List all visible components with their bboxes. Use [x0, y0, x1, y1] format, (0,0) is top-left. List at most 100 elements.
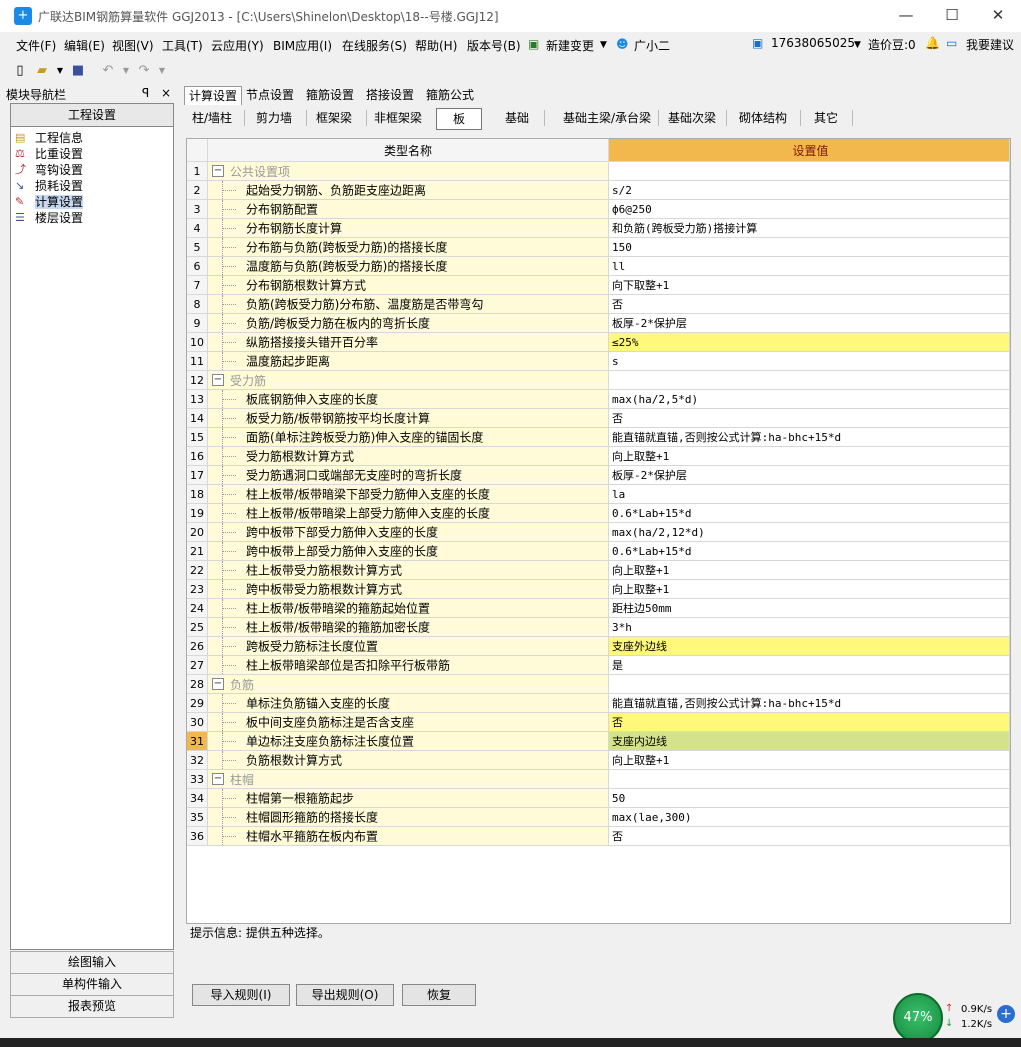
setting-name-cell[interactable]: − 柱帽	[207, 769, 609, 789]
setting-row[interactable]: 24 柱上板带/板带暗梁的箍筋起始位置 距柱边50mm	[187, 598, 1010, 618]
setting-name-cell[interactable]: 负筋(跨板受力筋)分布筋、温度筋是否带弯勾	[207, 294, 609, 314]
setting-name-cell[interactable]: 跨中板带上部受力筋伸入支座的长度	[207, 541, 609, 561]
setting-value-cell[interactable]: 150	[608, 237, 1010, 257]
setting-value-cell[interactable]: 否	[608, 408, 1010, 428]
setting-value-cell[interactable]: max(lae,300)	[608, 807, 1010, 827]
plus-icon[interactable]: +	[997, 1005, 1015, 1023]
setting-name-cell[interactable]: 分布钢筋根数计算方式	[207, 275, 609, 295]
setting-name-cell[interactable]: 板受力筋/板带钢筋按平均长度计算	[207, 408, 609, 428]
menu-file[interactable]: 文件(F)	[16, 37, 56, 54]
setting-row[interactable]: 31 单边标注支座负筋标注长度位置 支座内边线	[187, 731, 1010, 751]
setting-row[interactable]: 27 柱上板带暗梁部位是否扣除平行板带筋 是	[187, 655, 1010, 675]
setting-row[interactable]: 14 板受力筋/板带钢筋按平均长度计算 否	[187, 408, 1010, 428]
setting-row[interactable]: 36 柱帽水平箍筋在板内布置 否	[187, 826, 1010, 846]
setting-value-cell[interactable]: la	[608, 484, 1010, 504]
setting-row[interactable]: 5 分布筋与负筋(跨板受力筋)的搭接长度 150	[187, 237, 1010, 257]
setting-row[interactable]: 20 跨中板带下部受力筋伸入支座的长度 max(ha/2,12*d)	[187, 522, 1010, 542]
setting-row[interactable]: 19 柱上板带/板带暗梁上部受力筋伸入支座的长度 0.6*Lab+15*d	[187, 503, 1010, 523]
setting-name-cell[interactable]: 分布钢筋长度计算	[207, 218, 609, 238]
tab-stirrup-settings[interactable]: 箍筋设置	[302, 86, 358, 104]
setting-value-cell[interactable]: 3*h	[608, 617, 1010, 637]
setting-name-cell[interactable]: 负筋/跨板受力筋在板内的弯折长度	[207, 313, 609, 333]
setting-row[interactable]: 32 负筋根数计算方式 向上取整+1	[187, 750, 1010, 770]
setting-name-cell[interactable]: 受力筋遇洞口或端部无支座时的弯折长度	[207, 465, 609, 485]
user-dropdown-icon[interactable]: ▼	[854, 40, 861, 50]
setting-name-cell[interactable]: 跨板受力筋标注长度位置	[207, 636, 609, 656]
setting-name-cell[interactable]: 柱上板带/板带暗梁上部受力筋伸入支座的长度	[207, 503, 609, 523]
new-file-icon[interactable]: ▯	[12, 63, 28, 79]
setting-value-cell[interactable]: 向下取整+1	[608, 275, 1010, 295]
setting-value-cell[interactable]: 否	[608, 826, 1010, 846]
setting-row[interactable]: 26 跨板受力筋标注长度位置 支座外边线	[187, 636, 1010, 656]
setting-row[interactable]: 21 跨中板带上部受力筋伸入支座的长度 0.6*Lab+15*d	[187, 541, 1010, 561]
group-row[interactable]: 1− 公共设置项	[187, 161, 1010, 181]
nav-item-floors[interactable]: ☰ 楼层设置	[15, 209, 83, 226]
setting-name-cell[interactable]: 负筋根数计算方式	[207, 750, 609, 770]
chevron-down-icon[interactable]: ▼	[600, 40, 607, 50]
setting-name-cell[interactable]: − 公共设置项	[207, 161, 609, 181]
tab-masonry[interactable]: 砌体结构	[732, 108, 794, 128]
setting-value-cell[interactable]: 能直锚就直锚,否则按公式计算:ha-bhc+15*d	[608, 693, 1010, 713]
menu-help[interactable]: 帮助(H)	[415, 37, 457, 54]
tab-node-settings[interactable]: 节点设置	[242, 86, 298, 104]
tab-lap-settings[interactable]: 搭接设置	[362, 86, 418, 104]
setting-name-cell[interactable]: 温度筋与负筋(跨板受力筋)的搭接长度	[207, 256, 609, 276]
setting-row[interactable]: 7 分布钢筋根数计算方式 向下取整+1	[187, 275, 1010, 295]
tab-slab[interactable]: 板	[436, 108, 482, 130]
setting-row[interactable]: 23 跨中板带受力筋根数计算方式 向上取整+1	[187, 579, 1010, 599]
setting-value-cell[interactable]: 0.6*Lab+15*d	[608, 541, 1010, 561]
open-folder-icon[interactable]: ▰	[34, 63, 50, 79]
setting-name-cell[interactable]: 板中间支座负筋标注是否含支座	[207, 712, 609, 732]
setting-row[interactable]: 35 柱帽圆形箍筋的搭接长度 max(lae,300)	[187, 807, 1010, 827]
setting-value-cell[interactable]: 否	[608, 294, 1010, 314]
setting-value-cell[interactable]: max(ha/2,5*d)	[608, 389, 1010, 409]
setting-name-cell[interactable]: 单边标注支座负筋标注长度位置	[207, 731, 609, 751]
setting-value-cell[interactable]: 0.6*Lab+15*d	[608, 503, 1010, 523]
setting-value-cell[interactable]: 向上取整+1	[608, 750, 1010, 770]
setting-name-cell[interactable]: 分布筋与负筋(跨板受力筋)的搭接长度	[207, 237, 609, 257]
nav-item-calc[interactable]: ✎ 计算设置	[15, 193, 84, 209]
collapse-icon[interactable]: −	[212, 773, 224, 785]
setting-value-cell[interactable]: 否	[608, 712, 1010, 732]
setting-value-cell[interactable]	[608, 769, 1010, 789]
setting-value-cell[interactable]: 支座外边线	[608, 636, 1010, 656]
setting-value-cell[interactable]: s/2	[608, 180, 1010, 200]
setting-name-cell[interactable]: 板底钢筋伸入支座的长度	[207, 389, 609, 409]
setting-name-cell[interactable]: 单标注负筋锚入支座的长度	[207, 693, 609, 713]
memory-gauge[interactable]: 47%	[893, 993, 943, 1043]
setting-value-cell[interactable]: 支座内边线	[608, 731, 1010, 751]
setting-name-cell[interactable]: 柱上板带/板带暗梁的箍筋起始位置	[207, 598, 609, 618]
setting-name-cell[interactable]: 柱上板带受力筋根数计算方式	[207, 560, 609, 580]
nav-close-icon[interactable]: ×	[161, 86, 171, 100]
redo-icon[interactable]: ↷	[136, 63, 152, 79]
setting-name-cell[interactable]: 柱上板带/板带暗梁的箍筋加密长度	[207, 617, 609, 637]
setting-value-cell[interactable]: 和负筋(跨板受力筋)搭接计算	[608, 218, 1010, 238]
tab-column[interactable]: 柱/墙柱	[188, 108, 236, 128]
setting-row[interactable]: 6 温度筋与负筋(跨板受力筋)的搭接长度 ll	[187, 256, 1010, 276]
user-phone[interactable]: 17638065025	[771, 36, 855, 50]
setting-value-cell[interactable]: ф6@250	[608, 199, 1010, 219]
setting-row[interactable]: 29 单标注负筋锚入支座的长度 能直锚就直锚,否则按公式计算:ha-bhc+15*d	[187, 693, 1010, 713]
setting-value-cell[interactable]: max(ha/2,12*d)	[608, 522, 1010, 542]
tab-calc-settings[interactable]: 计算设置	[184, 86, 243, 105]
undo-icon[interactable]: ↶	[100, 63, 116, 79]
undo-dropdown-icon[interactable]: ▼	[118, 63, 134, 79]
setting-name-cell[interactable]: − 负筋	[207, 674, 609, 694]
nav-draw-input[interactable]: 绘图输入	[10, 951, 174, 974]
setting-row[interactable]: 16 受力筋根数计算方式 向上取整+1	[187, 446, 1010, 466]
setting-name-cell[interactable]: 起始受力钢筋、负筋距支座边距离	[207, 180, 609, 200]
menu-tools[interactable]: 工具(T)	[162, 37, 203, 54]
menu-cloud[interactable]: 云应用(Y)	[211, 37, 264, 54]
setting-value-cell[interactable]: 向上取整+1	[608, 579, 1010, 599]
import-rules-button[interactable]: 导入规则(I)	[192, 984, 290, 1006]
tab-frame-beam[interactable]: 框架梁	[308, 108, 360, 128]
minimize-button[interactable]: —	[883, 0, 929, 32]
setting-value-cell[interactable]: ≤25%	[608, 332, 1010, 352]
menu-assistant[interactable]: 广小二	[634, 37, 670, 54]
group-row[interactable]: 33− 柱帽	[187, 769, 1010, 789]
collapse-icon[interactable]: −	[212, 678, 224, 690]
nav-single-input[interactable]: 单构件输入	[10, 973, 174, 996]
nav-item-project-info[interactable]: ▤ 工程信息	[15, 129, 83, 146]
nav-report-preview[interactable]: 报表预览	[10, 995, 174, 1018]
setting-value-cell[interactable]	[608, 370, 1010, 390]
